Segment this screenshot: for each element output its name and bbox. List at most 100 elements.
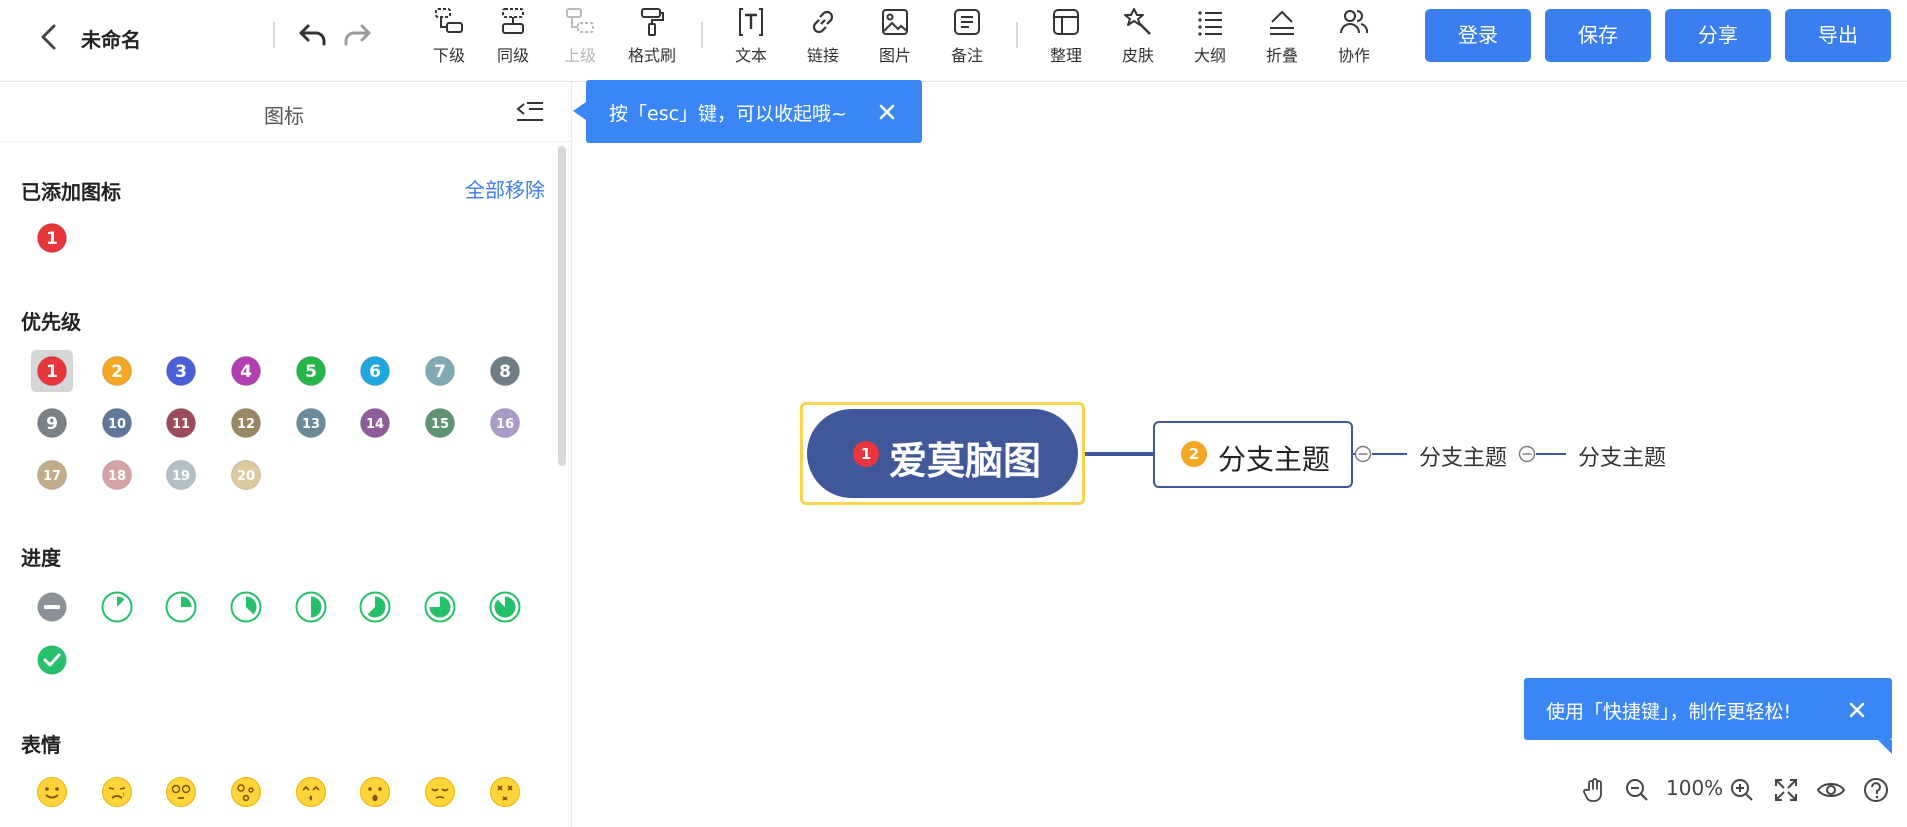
subtopic-text[interactable]: 分支主题	[1578, 440, 1666, 472]
fold-icon	[1270, 10, 1294, 35]
progress-shape	[37, 645, 67, 675]
priority-number: 2	[111, 362, 123, 382]
priority-badge-shape: 3	[165, 355, 197, 387]
progress-2-of-8-icon[interactable]	[164, 590, 198, 624]
document-title[interactable]: 未命名	[81, 24, 141, 53]
close-icon[interactable]	[876, 101, 898, 123]
tool-sibling-topic[interactable]: 同级	[481, 6, 545, 72]
icon-panel-title: 图标	[264, 104, 304, 128]
preview-eye-icon[interactable]	[1816, 776, 1846, 804]
progress-3-of-8-icon[interactable]	[229, 590, 263, 624]
export-button[interactable]: 导出	[1785, 9, 1891, 62]
zoom-in-icon[interactable]	[1728, 776, 1756, 804]
drag-hand-icon[interactable]	[1580, 776, 1608, 804]
priority-number: 6	[369, 362, 381, 382]
tool-parent-topic[interactable]: 上级	[548, 6, 612, 72]
root-topic-text: 爱莫脑图	[889, 439, 1042, 483]
toolbar-divider	[701, 22, 703, 48]
tool-format-brush[interactable]: 格式刷	[620, 6, 684, 72]
priority-18-icon[interactable]: 18	[100, 458, 134, 492]
dizzy-emoji-icon[interactable]	[164, 775, 198, 809]
remove-all-link[interactable]: 全部移除	[465, 174, 545, 203]
priority-8-icon[interactable]: 8	[488, 354, 522, 388]
tool-label: 协作	[1337, 46, 1370, 65]
priority-1-icon[interactable]: 1	[35, 221, 69, 255]
collapse-branch-icon[interactable]	[1354, 445, 1372, 463]
progress-4-of-8-icon[interactable]	[294, 590, 328, 624]
undo-icon[interactable]	[296, 18, 330, 52]
save-button[interactable]: 保存	[1545, 9, 1651, 62]
close-icon[interactable]	[1846, 699, 1868, 721]
priority-number: 12	[237, 417, 255, 432]
priority-10-icon[interactable]: 10	[100, 406, 134, 440]
priority-12-icon[interactable]: 12	[229, 406, 263, 440]
priority-number: 4	[240, 362, 252, 382]
progress-done-icon[interactable]	[35, 643, 69, 677]
priority-13-icon[interactable]: 13	[294, 406, 328, 440]
sad-emoji-icon[interactable]	[100, 775, 134, 809]
tool-text[interactable]: 文本	[719, 6, 783, 72]
priority-15-icon[interactable]: 15	[423, 406, 457, 440]
priority-16-icon[interactable]: 16	[488, 406, 522, 440]
priority-4-icon[interactable]: 4	[229, 354, 263, 388]
tool-skin[interactable]: 皮肤	[1106, 6, 1170, 72]
priority-number: 14	[366, 417, 384, 432]
redo-icon[interactable]	[340, 18, 374, 52]
sleepy-emoji-icon[interactable]	[423, 775, 457, 809]
progress-1-of-8-icon[interactable]	[100, 590, 134, 624]
smile-emoji-icon[interactable]	[35, 775, 69, 809]
priority-19-icon[interactable]: 19	[164, 458, 198, 492]
login-button[interactable]: 登录	[1425, 9, 1531, 62]
progress-shape	[295, 591, 327, 623]
help-icon[interactable]	[1862, 776, 1890, 804]
progress-none-icon[interactable]	[35, 590, 69, 624]
zoom-out-icon[interactable]	[1623, 776, 1651, 804]
priority-3-icon[interactable]: 3	[164, 354, 198, 388]
priority-2-icon[interactable]: 2	[100, 354, 134, 388]
subtopic-text[interactable]: 分支主题	[1419, 440, 1507, 472]
priority-badge-shape: 11	[165, 407, 197, 439]
kiss-emoji-icon[interactable]	[294, 775, 328, 809]
priority-badge-shape: 16	[489, 407, 521, 439]
tool-layout[interactable]: 整理	[1034, 6, 1098, 72]
progress-6-of-8-icon[interactable]	[423, 590, 457, 624]
priority-20-icon[interactable]: 20	[229, 458, 263, 492]
priority-11-icon[interactable]: 11	[164, 406, 198, 440]
image-icon	[882, 9, 908, 35]
panel-scrollbar[interactable]	[558, 146, 566, 466]
priority-14-icon[interactable]: 14	[358, 406, 392, 440]
back-arrow-icon[interactable]	[34, 20, 64, 54]
emoji-shape	[360, 777, 390, 807]
tool-collaborate[interactable]: 协作	[1322, 6, 1386, 72]
collapse-panel-icon[interactable]	[515, 98, 545, 126]
confused-emoji-icon[interactable]	[229, 775, 263, 809]
surprised-emoji-icon[interactable]	[358, 775, 392, 809]
progress-shape	[230, 591, 262, 623]
priority-5-icon[interactable]: 5	[294, 354, 328, 388]
priority-number: 15	[431, 417, 449, 432]
tool-image[interactable]: 图片	[863, 6, 927, 72]
priority-9-icon[interactable]: 9	[35, 406, 69, 440]
tool-fold[interactable]: 折叠	[1250, 6, 1314, 72]
priority-6-icon[interactable]: 6	[358, 354, 392, 388]
priority-number: 19	[172, 469, 190, 484]
outline-icon	[1198, 11, 1222, 36]
progress-7-of-8-icon[interactable]	[488, 590, 522, 624]
priority-7-icon[interactable]: 7	[423, 354, 457, 388]
dead-emoji-icon[interactable]	[488, 775, 522, 809]
note-icon	[954, 9, 980, 35]
tool-child-topic[interactable]: 下级	[417, 6, 481, 72]
tool-link[interactable]: 链接	[791, 6, 855, 72]
collapse-branch-icon[interactable]	[1518, 445, 1536, 463]
tool-label: 链接	[806, 46, 839, 65]
tool-outline[interactable]: 大纲	[1178, 6, 1242, 72]
progress-shape	[489, 591, 521, 623]
fit-screen-icon[interactable]	[1772, 776, 1800, 804]
tool-note[interactable]: 备注	[935, 6, 999, 72]
share-button[interactable]: 分享	[1665, 9, 1771, 62]
priority-1-icon[interactable]: 1	[31, 350, 73, 392]
priority-badge-shape: 15	[424, 407, 456, 439]
priority-17-icon[interactable]: 17	[35, 458, 69, 492]
progress-5-of-8-icon[interactable]	[358, 590, 392, 624]
tool-label: 整理	[1049, 46, 1082, 65]
